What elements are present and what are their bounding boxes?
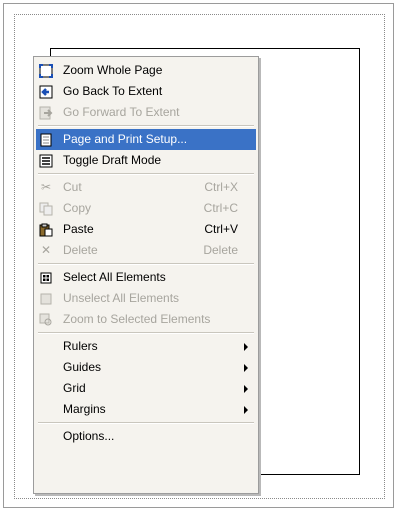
menu-item-label: Go Forward To Extent — [63, 105, 180, 119]
shortcut-label: Delete — [203, 243, 238, 257]
menu-item-page-and-print-setup[interactable]: Page and Print Setup... — [36, 129, 256, 150]
menu-item-margins[interactable]: Margins — [36, 399, 256, 420]
menu-item-go-back-to-extent[interactable]: Go Back To Extent — [36, 81, 256, 102]
submenu-arrow-icon — [244, 406, 248, 414]
menu-separator — [38, 332, 254, 334]
menu-item-label: Select All Elements — [63, 270, 166, 284]
submenu-arrow-icon — [244, 343, 248, 351]
menu-item-label: Cut — [63, 180, 82, 194]
menu-item-label: Guides — [63, 360, 102, 374]
menu-item-label: Options... — [63, 429, 115, 443]
menu-item-label: Toggle Draft Mode — [63, 153, 162, 167]
menu-item-label: Zoom Whole Page — [63, 63, 163, 77]
zoom-page-icon — [38, 63, 54, 78]
paste-icon — [38, 222, 54, 237]
menu-item-options[interactable]: Options... — [36, 426, 256, 447]
menu-item-paste[interactable]: Paste Ctrl+V — [36, 219, 256, 240]
menu-item-label: Go Back To Extent — [63, 84, 163, 98]
menu-item-label: Delete — [63, 243, 98, 257]
menu-item-label: Copy — [63, 201, 92, 215]
menu-item-zoom-to-selected-elements[interactable]: Zoom to Selected Elements — [36, 309, 256, 330]
shortcut-label: Ctrl+C — [203, 201, 238, 215]
scissors-icon: ✂ — [40, 180, 52, 194]
menu-item-unselect-all-elements[interactable]: Unselect All Elements — [36, 288, 256, 309]
page-setup-icon — [38, 132, 54, 147]
menu-item-rulers[interactable]: Rulers — [36, 336, 256, 357]
menu-item-label: Margins — [63, 402, 106, 416]
delete-icon: ✕ — [40, 243, 52, 257]
copy-icon — [38, 201, 54, 216]
zoom-selected-icon — [38, 312, 54, 327]
shortcut-label: Ctrl+V — [204, 222, 238, 236]
menu-item-guides[interactable]: Guides — [36, 357, 256, 378]
menu-item-copy[interactable]: Copy Ctrl+C — [36, 198, 256, 219]
menu-item-label: Rulers — [63, 339, 98, 353]
menu-separator — [38, 263, 254, 265]
menu-item-grid[interactable]: Grid — [36, 378, 256, 399]
menu-item-label: Grid — [63, 381, 86, 395]
menu-separator — [38, 173, 254, 175]
select-all-icon — [38, 270, 54, 285]
menu-item-label: Zoom to Selected Elements — [63, 312, 211, 326]
menu-item-cut[interactable]: ✂ Cut Ctrl+X — [36, 177, 256, 198]
menu-separator — [38, 422, 254, 424]
menu-item-label: Page and Print Setup... — [63, 132, 188, 146]
draft-mode-icon — [38, 153, 54, 168]
forward-arrow-icon — [38, 105, 54, 120]
menu-item-toggle-draft-mode[interactable]: Toggle Draft Mode — [36, 150, 256, 171]
menu-item-go-forward-to-extent[interactable]: Go Forward To Extent — [36, 102, 256, 123]
menu-item-label: Unselect All Elements — [63, 291, 180, 305]
back-arrow-icon — [38, 84, 54, 99]
menu-item-delete[interactable]: ✕ Delete Delete — [36, 240, 256, 261]
shortcut-label: Ctrl+X — [204, 180, 238, 194]
context-menu: Zoom Whole Page Go Back To Extent Go For… — [33, 56, 259, 494]
menu-item-select-all-elements[interactable]: Select All Elements — [36, 267, 256, 288]
menu-item-zoom-whole-page[interactable]: Zoom Whole Page — [36, 60, 256, 81]
unselect-icon — [38, 291, 54, 306]
menu-separator — [38, 125, 254, 127]
submenu-arrow-icon — [244, 364, 248, 372]
submenu-arrow-icon — [244, 385, 248, 393]
menu-item-label: Paste — [63, 222, 94, 236]
